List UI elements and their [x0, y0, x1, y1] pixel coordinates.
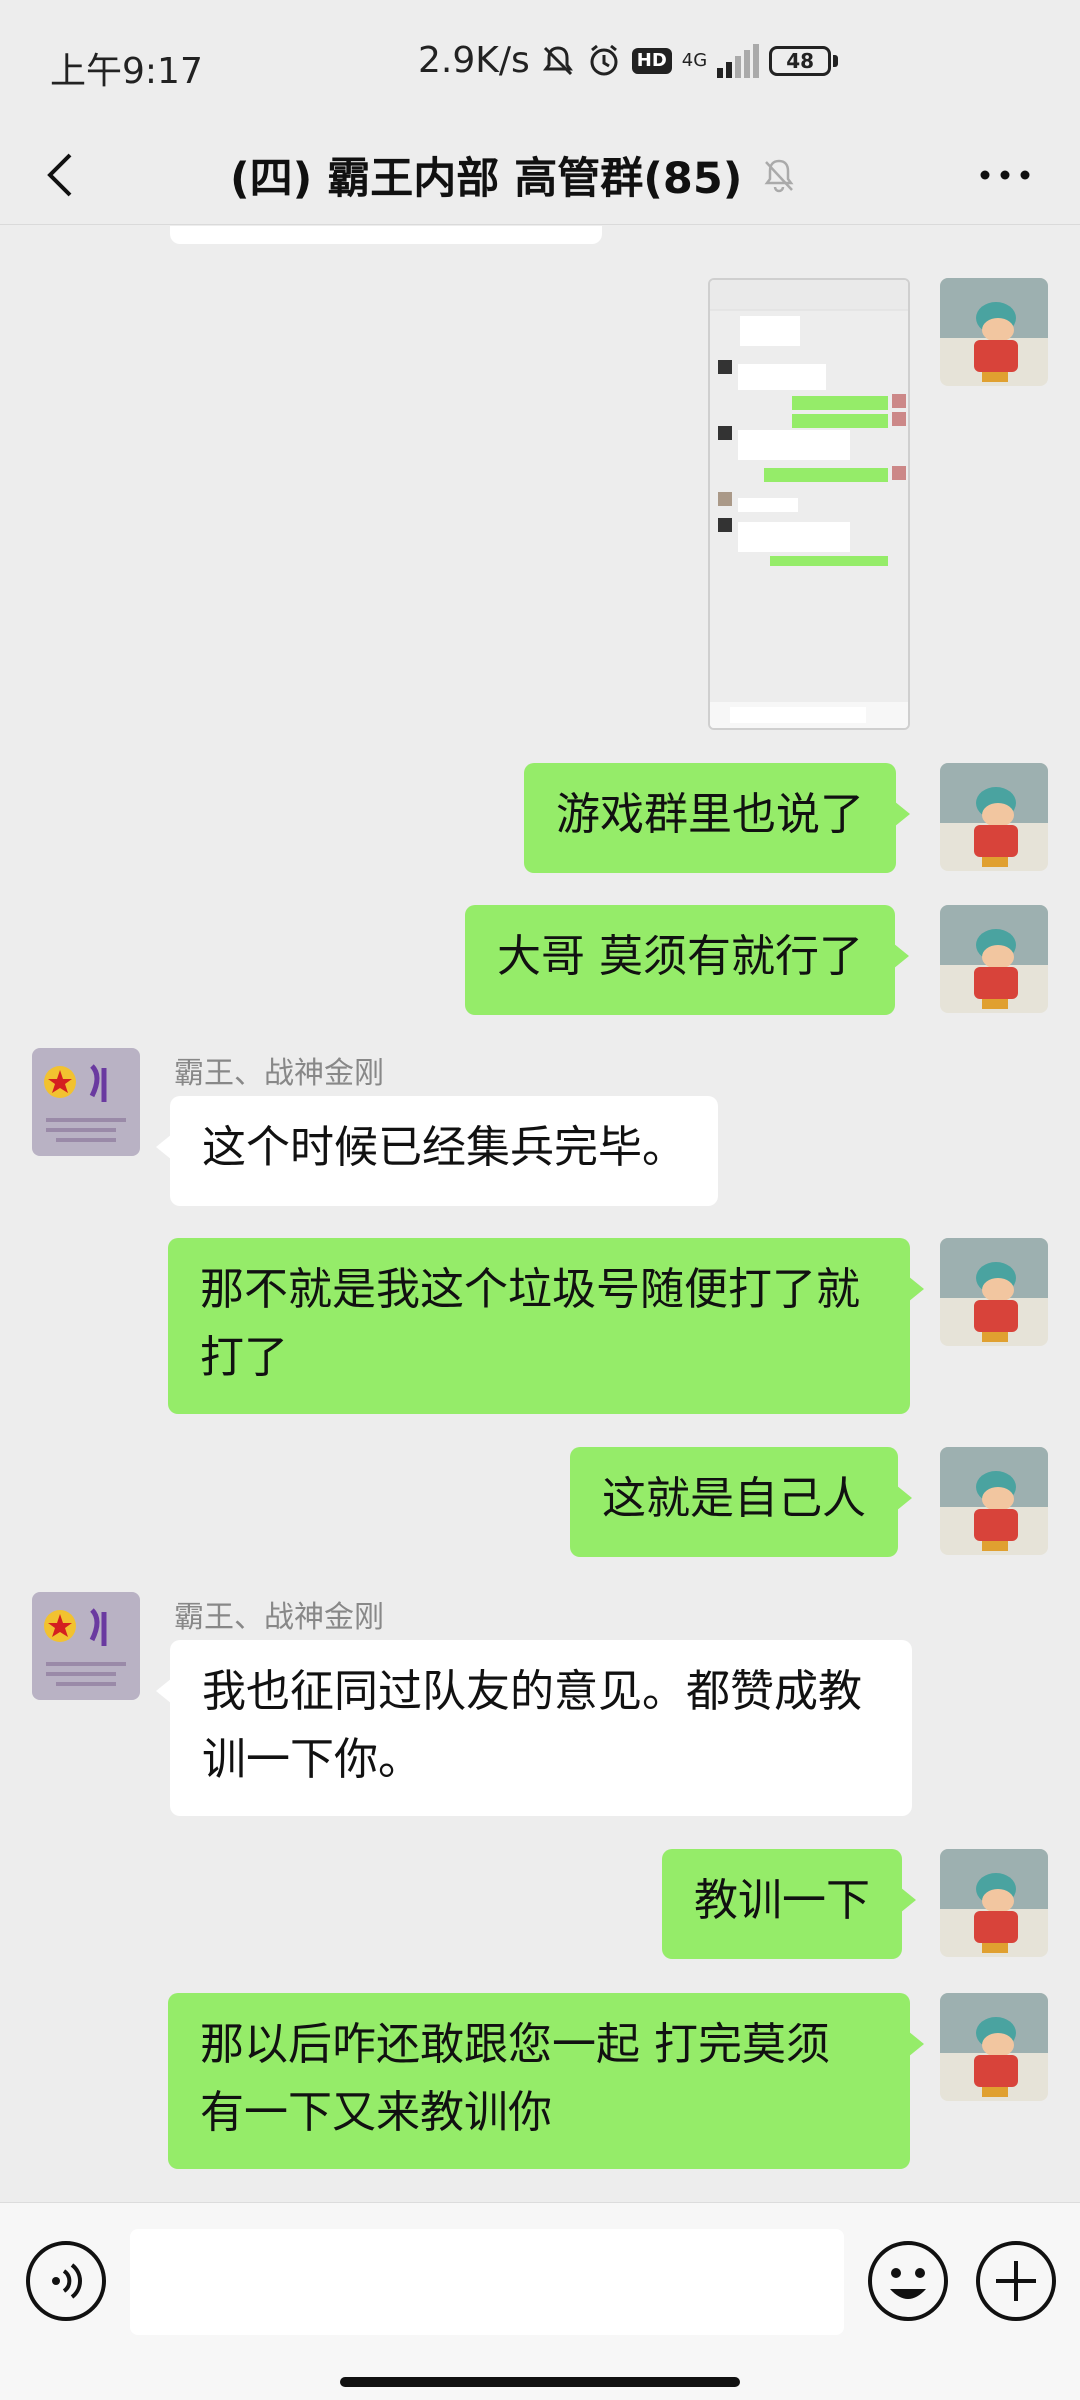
message-input[interactable] [130, 2229, 844, 2335]
status-time: 上午9:17 [50, 51, 203, 92]
message-text: 教训一下 [694, 1875, 870, 1926]
message-text-line: 那以后咋还敢跟您一起 打完莫须 [200, 2019, 830, 2070]
my-avatar[interactable] [940, 763, 1048, 871]
avatar-image [940, 1993, 1048, 2101]
chat-header: (四) 霸王内部 高管群(85) [0, 125, 1080, 225]
message-text: 这就是自己人 [602, 1473, 866, 1524]
message-text-line: 我也征同过队友的意见。都赞成教 [202, 1666, 862, 1717]
avatar-image [940, 905, 1048, 1013]
chat-title-wrap: (四) 霸王内部 高管群(85) [230, 135, 800, 215]
status-icons: 2.9K/s HD 4G 48 [418, 40, 839, 81]
message-bubble[interactable]: 游戏群里也说了 [524, 763, 910, 873]
my-avatar[interactable] [940, 1447, 1048, 1555]
message-text-line: 那不就是我这个垃圾号随便打了就 [200, 1264, 860, 1315]
avatar-image [940, 1447, 1048, 1555]
hd-badge: HD [631, 47, 672, 74]
message-text-line: 有一下又来教训你 [200, 2087, 552, 2138]
message-text: 这个时候已经集兵完毕。 [202, 1122, 686, 1173]
avatar-image [940, 763, 1048, 871]
message-text: 游戏群里也说了 [556, 789, 864, 840]
avatar-image [940, 278, 1048, 386]
message-bubble[interactable]: 我也征同过队友的意见。都赞成教 训一下你。 [156, 1640, 912, 1816]
sender-name: 霸王、战神金刚 [174, 1600, 384, 1635]
battery-icon: 48 [769, 45, 839, 76]
message-list[interactable]: 游戏群里也说了 大哥 莫须有就行了 霸王、战神金刚 这个时候已经集兵完毕。 那不… [0, 226, 1080, 2201]
sender-avatar[interactable] [32, 1592, 140, 1700]
message-text-line: 训一下你。 [202, 1734, 422, 1785]
signal-icon [717, 43, 760, 78]
my-avatar[interactable] [940, 278, 1048, 386]
my-avatar[interactable] [940, 1238, 1048, 1346]
status-bar: 上午9:17 2.9K/s HD 4G 48 [0, 0, 1080, 125]
alarm-icon [590, 44, 618, 75]
chevron-left-icon[interactable] [30, 143, 94, 207]
sender-name: 霸王、战神金刚 [174, 1056, 384, 1091]
message-bubble[interactable]: 那不就是我这个垃圾号随便打了就 打了 [168, 1238, 924, 1414]
bell-muted-icon [764, 159, 794, 193]
my-avatar[interactable] [940, 905, 1048, 1013]
battery-level: 48 [769, 45, 832, 76]
chat-title: (四) 霸王内部 高管群(85) [230, 154, 743, 204]
message-bubble[interactable]: 教训一下 [662, 1849, 916, 1959]
message-bubble[interactable]: 大哥 莫须有就行了 [465, 905, 909, 1015]
my-avatar[interactable] [940, 1849, 1048, 1957]
more-dots-icon[interactable] [975, 145, 1035, 205]
bell-muted-icon [542, 45, 573, 75]
plus-icon[interactable] [972, 2237, 1060, 2325]
voice-icon[interactable] [22, 2237, 110, 2325]
message-bubble[interactable]: 这就是自己人 [570, 1447, 912, 1557]
home-indicator[interactable] [340, 2377, 740, 2387]
network-type-label: 4G [681, 49, 708, 71]
avatar-image [32, 1048, 140, 1156]
image-message[interactable] [708, 278, 910, 730]
sender-avatar[interactable] [32, 1048, 140, 1156]
net-speed: 2.9K/s [418, 40, 530, 81]
previous-message-bubble[interactable] [170, 226, 602, 244]
emoji-icon[interactable] [864, 2237, 952, 2325]
message-bubble[interactable]: 那以后咋还敢跟您一起 打完莫须 有一下又来教训你 [168, 1993, 924, 2169]
avatar-image [32, 1592, 140, 1700]
input-bar [0, 2202, 1080, 2400]
message-text-line: 打了 [200, 1332, 288, 1383]
message-text: 大哥 莫须有就行了 [497, 931, 863, 982]
screenshot-image [710, 280, 908, 728]
my-avatar[interactable] [940, 1993, 1048, 2101]
message-bubble[interactable]: 这个时候已经集兵完毕。 [156, 1096, 718, 1206]
avatar-image [940, 1238, 1048, 1346]
avatar-image [940, 1849, 1048, 1957]
network-type: 4G [681, 49, 708, 71]
